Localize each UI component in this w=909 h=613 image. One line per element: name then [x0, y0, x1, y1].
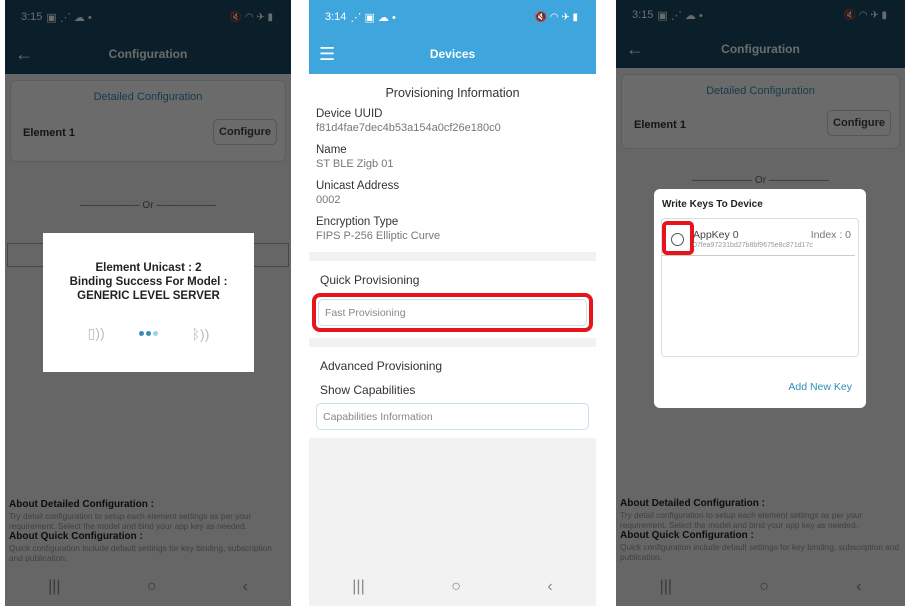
- status-bar: 3:14 ⋰ ▣ ☁ • 🔇 ◠ ✈ ▮: [309, 0, 596, 34]
- system-nav-bar: ||| ○ ‹: [309, 568, 596, 606]
- field-value: f81d4fae7dec4b53a154a0cf26e180c0: [316, 122, 501, 134]
- radio-button[interactable]: [671, 233, 684, 246]
- dialog-line-binding: Binding Success For Model :: [69, 276, 228, 288]
- provisioning-title: Provisioning Information: [385, 86, 520, 100]
- field-unicast-address: Unicast Address 0002: [316, 179, 589, 208]
- advanced-provisioning-title[interactable]: Advanced Provisioning: [316, 347, 589, 375]
- field-device-uuid: Device UUID f81d4fae7dec4b53a154a0cf26e1…: [316, 107, 589, 136]
- fast-provisioning-input[interactable]: Fast Provisioning: [318, 299, 587, 326]
- key-value: 07fea97231bd27b8bf9675e8c871d17c: [693, 242, 813, 249]
- field-label: Encryption Type: [316, 216, 399, 228]
- back-icon[interactable]: ‹: [547, 578, 552, 596]
- system-icons: 🔇 ◠ ✈ ▮: [534, 11, 578, 23]
- dialog-line-unicast: Element Unicast : 2: [95, 262, 202, 274]
- field-value: 0002: [316, 194, 341, 206]
- phone-screen-write-keys: 3:15▣ ⋰ ☁ • 🔇 ◠ ✈ ▮ ← Configuration Deta…: [616, 0, 905, 606]
- field-value: FIPS P-256 Elliptic Curve: [316, 230, 441, 242]
- highlight-box: Fast Provisioning: [312, 293, 593, 332]
- show-capabilities-title[interactable]: Show Capabilities: [316, 375, 589, 403]
- key-index: Index : 0: [810, 229, 851, 241]
- phone-signal-icon: ▯)): [87, 325, 105, 341]
- phone-screen-configuration-binding: 3:15▣ ⋰ ☁ • 🔇 ◠ ✈ ▮ ← Configuration Deta…: [5, 0, 291, 606]
- key-list: AppKey 0 Index : 0 07fea97231bd27b8bf967…: [661, 218, 859, 357]
- field-value: ST BLE Zigb 01: [316, 158, 394, 170]
- bluetooth-icon: ᛒ)): [191, 325, 210, 342]
- field-label: Device UUID: [316, 108, 383, 120]
- field-name: Name ST BLE Zigb 01: [316, 143, 589, 172]
- quick-provisioning-section: Quick Provisioning Fast Provisioning: [309, 261, 596, 338]
- key-list-item[interactable]: AppKey 0 Index : 0 07fea97231bd27b8bf967…: [662, 219, 855, 256]
- clock: 3:14: [325, 11, 347, 23]
- notification-icons: ⋰ ▣ ☁ •: [350, 11, 396, 24]
- dialog-title: Write Keys To Device: [662, 199, 763, 210]
- quick-provisioning-title: Quick Provisioning: [320, 273, 420, 287]
- field-label: Unicast Address: [316, 180, 400, 192]
- key-name: AppKey 0: [693, 229, 739, 241]
- binding-success-dialog: Element Unicast : 2 Binding Success For …: [43, 233, 254, 372]
- write-keys-dialog: Write Keys To Device AppKey 0 Index : 0 …: [654, 189, 866, 408]
- recents-icon[interactable]: |||: [352, 578, 364, 596]
- progress-dots-icon: [138, 331, 158, 336]
- app-bar: ☰ Devices: [309, 34, 596, 74]
- advanced-provisioning-section: Advanced Provisioning Show Capabilities …: [309, 347, 596, 438]
- page-title: Devices: [429, 47, 476, 61]
- field-encryption-type: Encryption Type FIPS P-256 Elliptic Curv…: [316, 215, 589, 244]
- home-icon[interactable]: ○: [451, 578, 461, 596]
- capabilities-information-input[interactable]: Capabilities Information: [316, 403, 589, 430]
- field-label: Name: [316, 144, 347, 156]
- phone-screen-devices: 3:14 ⋰ ▣ ☁ • 🔇 ◠ ✈ ▮ ☰ Devices Provisioni…: [309, 0, 596, 606]
- add-new-key-button[interactable]: Add New Key: [788, 381, 852, 393]
- provisioning-information-section: Provisioning Information Device UUID f81…: [309, 74, 596, 252]
- dialog-line-model: GENERIC LEVEL SERVER: [77, 290, 220, 302]
